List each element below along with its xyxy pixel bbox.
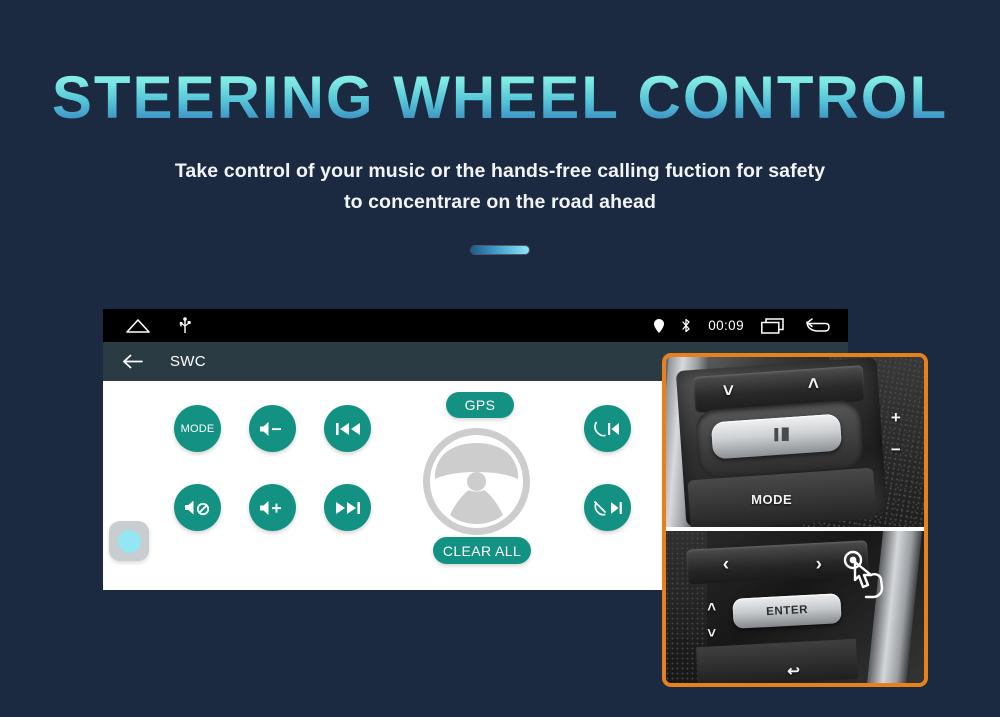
chevron-down-icon: ˅ xyxy=(707,625,717,643)
photo-bottom-enter-label: ENTER xyxy=(765,604,809,619)
call-answer-previous-button[interactable] xyxy=(584,405,631,452)
volume-up-button[interactable] xyxy=(249,484,296,531)
app-bar-title: SWC xyxy=(170,353,206,370)
volume-down-icon xyxy=(259,420,286,438)
next-track-icon xyxy=(335,500,361,516)
mute-button[interactable] xyxy=(174,484,221,531)
gps-button-label: GPS xyxy=(464,397,496,413)
steering-wheel-photo-frame: ˅ ˄ ▌▊ + − MODE ‹ › ˄ ˅ ENTER ↩ xyxy=(662,353,928,687)
hero-section: STEERING WHEEL CONTROL Take control of y… xyxy=(0,0,1000,254)
chevron-up-icon: ˄ xyxy=(707,599,717,617)
volume-rocker-icon: ▌▊ xyxy=(774,429,791,442)
status-bar-right: 00:09 xyxy=(654,317,830,334)
call-end-next-icon xyxy=(593,499,623,517)
steering-wheel-illustration xyxy=(423,428,530,535)
usb-icon[interactable] xyxy=(179,316,191,335)
photo-bottom-lower-panel xyxy=(696,639,858,683)
clear-all-button[interactable]: CLEAR ALL xyxy=(433,537,531,564)
chevron-up-icon: ˄ xyxy=(807,373,819,395)
photo-top-minus-label: − xyxy=(890,440,901,460)
divider-wrap xyxy=(0,246,1000,254)
back-arrow-icon[interactable] xyxy=(804,317,830,334)
photo-top-mode-label: MODE xyxy=(751,491,793,507)
volume-down-button[interactable] xyxy=(249,405,296,452)
page-title: STEERING WHEEL CONTROL xyxy=(0,68,1000,128)
app-bar-back-icon[interactable] xyxy=(123,354,143,369)
status-bar-left xyxy=(125,316,191,335)
clear-all-button-label: CLEAR ALL xyxy=(442,542,522,559)
subtitle-line-1: Take control of your music or the hands-… xyxy=(174,160,826,182)
call-end-next-button[interactable] xyxy=(584,484,631,531)
mode-button[interactable]: MODE xyxy=(174,405,221,452)
next-track-button[interactable] xyxy=(324,484,371,531)
page-subtitle: Take control of your music or the hands-… xyxy=(0,156,1000,218)
gradient-divider xyxy=(471,246,529,254)
chevron-right-icon: › xyxy=(815,553,822,575)
call-answer-previous-icon xyxy=(593,420,623,438)
subtitle-line-2: to concentrare on the road ahead xyxy=(343,191,656,213)
previous-track-button[interactable] xyxy=(324,405,371,452)
back-arrow-icon: ↩ xyxy=(787,662,800,680)
photo-top-swc-cluster: ˅ ˄ ▌▊ + − MODE xyxy=(666,357,924,527)
volume-up-icon xyxy=(259,499,286,517)
home-icon[interactable] xyxy=(125,318,151,334)
learn-toggle-button[interactable] xyxy=(109,521,149,561)
previous-track-icon xyxy=(335,421,361,437)
chevron-left-icon: ‹ xyxy=(722,553,730,575)
status-bar-clock: 00:09 xyxy=(708,318,744,333)
photo-bottom-swc-cluster: ‹ › ˄ ˅ ENTER ↩ xyxy=(666,530,924,683)
chevron-down-icon: ˅ xyxy=(722,380,734,402)
recents-icon[interactable] xyxy=(761,317,787,334)
bluetooth-icon xyxy=(681,318,691,333)
android-status-bar: 00:09 xyxy=(103,309,848,342)
photo-top-plus-label: + xyxy=(890,407,901,427)
gps-button[interactable]: GPS xyxy=(446,392,514,418)
mode-button-label: MODE xyxy=(180,422,215,435)
learn-toggle-indicator xyxy=(117,529,141,553)
volume-mute-icon xyxy=(184,498,212,517)
location-pin-icon xyxy=(654,318,665,333)
